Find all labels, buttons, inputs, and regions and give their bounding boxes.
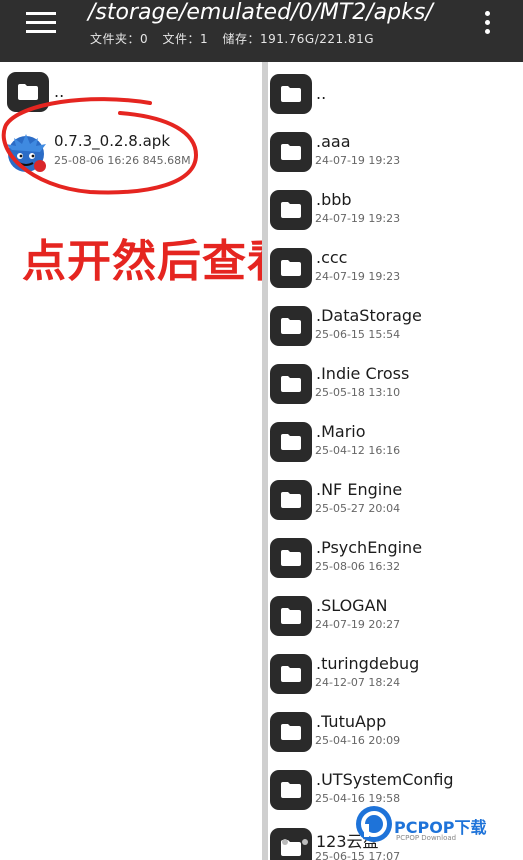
folder-meta: 25-08-06 16:32: [315, 560, 401, 573]
folder-count: 文件夹：0: [90, 32, 149, 46]
folder-name: .Mario: [316, 422, 366, 441]
folder-meta: 24-07-19 19:23: [315, 270, 401, 283]
folder-meta: 25-05-18 13:10: [315, 386, 401, 399]
watermark: PCPOP下载 PCPOP Download: [356, 806, 521, 856]
annotation-circle: [1, 97, 199, 195]
folder-row[interactable]: .aaa 24-07-19 19:23: [268, 128, 523, 186]
right-file-pane: .. .aaa 24-07-19 19:23 .bbb 24-07-19 19:23.…: [268, 62, 523, 860]
folder-meta: 24-12-07 18:24: [315, 676, 401, 689]
folder-icon: [270, 306, 312, 346]
parent-dir-label: ..: [316, 84, 327, 103]
page-indicator: [282, 830, 322, 849]
folder-icon: [270, 422, 312, 462]
top-app-bar: /storage/emulated/0/MT2/apks/ 文件夹：0 文件：1…: [0, 0, 523, 62]
folder-icon: [270, 132, 312, 172]
folder-meta: 25-06-15 15:54: [315, 328, 401, 341]
folder-icon: [270, 190, 312, 230]
folder-icon: [270, 480, 312, 520]
folder-name: .aaa: [316, 132, 351, 151]
folder-icon: [270, 248, 312, 288]
folder-row[interactable]: .DataStorage 25-06-15 15:54: [268, 302, 523, 360]
folder-row[interactable]: .TutuApp 25-04-16 20:09: [268, 708, 523, 766]
folder-meta: 24-07-19 20:27: [315, 618, 401, 631]
menu-icon[interactable]: [26, 12, 56, 34]
parent-dir-row-right[interactable]: ..: [268, 70, 523, 128]
folder-name: .TutuApp: [316, 712, 387, 731]
folder-icon: [270, 538, 312, 578]
storage-stats: 文件夹：0 文件：1 储存：191.76G/221.81G: [90, 30, 384, 47]
folder-row[interactable]: .PsychEngine 25-08-06 16:32: [268, 534, 523, 592]
folder-name: .SLOGAN: [316, 596, 388, 615]
folder-meta: 24-07-19 19:23: [315, 212, 401, 225]
folder-icon: [270, 770, 312, 810]
watermark-logo-icon: [356, 806, 392, 842]
folder-name: .PsychEngine: [316, 538, 423, 557]
folder-name: .NF Engine: [316, 480, 403, 499]
folder-row[interactable]: .Mario 25-04-12 16:16: [268, 418, 523, 476]
folder-name: .turingdebug: [316, 654, 420, 673]
folder-icon: [270, 74, 312, 114]
more-vert-icon[interactable]: [480, 11, 496, 35]
folder-icon: [270, 712, 312, 752]
folder-icon: [270, 364, 312, 404]
folder-name: .UTSystemConfig: [316, 770, 454, 789]
folder-meta: 25-04-12 16:16: [315, 444, 401, 457]
current-path: /storage/emulated/0/MT2/apks/: [88, 0, 433, 25]
watermark-sub: PCPOP Download: [396, 834, 457, 842]
annotation-text: 点开然后查看: [22, 236, 292, 287]
folder-meta: 25-04-16 19:58: [315, 792, 401, 805]
folder-meta: 25-05-27 20:04: [315, 502, 401, 515]
folder-row[interactable]: .Indie Cross 25-05-18 13:10: [268, 360, 523, 418]
storage-usage: 储存：191.76G/221.81G: [222, 32, 375, 46]
folder-meta: 25-04-16 20:09: [315, 734, 401, 747]
folder-row[interactable]: .SLOGAN 24-07-19 20:27: [268, 592, 523, 650]
folder-name: .DataStorage: [316, 306, 422, 325]
file-count: 文件：1: [162, 32, 209, 46]
folder-row[interactable]: .bbb 24-07-19 19:23: [268, 186, 523, 244]
folder-name: .ccc: [316, 248, 348, 267]
folder-name: .bbb: [316, 190, 352, 209]
folder-icon: [270, 654, 312, 694]
folder-row[interactable]: .NF Engine 25-05-27 20:04: [268, 476, 523, 534]
folder-meta: 24-07-19 19:23: [315, 154, 401, 167]
folder-row[interactable]: .turingdebug 24-12-07 18:24: [268, 650, 523, 708]
folder-row[interactable]: .ccc 24-07-19 19:23: [268, 244, 523, 302]
folder-name: .Indie Cross: [316, 364, 410, 383]
folder-icon: [270, 596, 312, 636]
